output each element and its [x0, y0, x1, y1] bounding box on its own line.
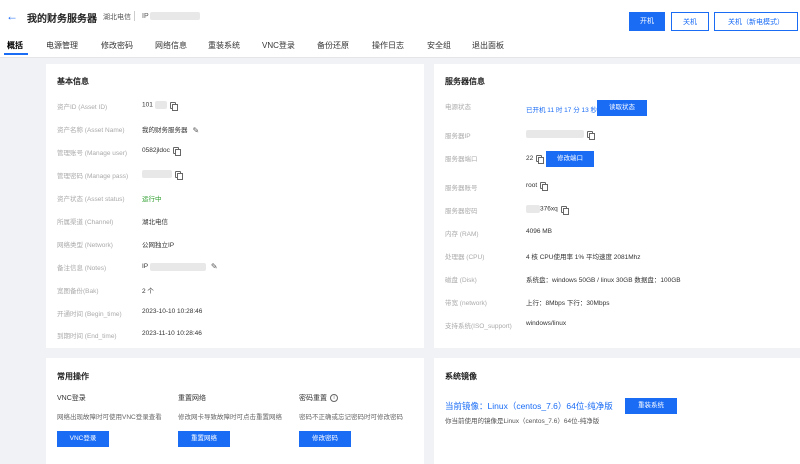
- channel-label: 所属渠道 (Channel): [57, 219, 114, 226]
- password-reset-desc: 密码不正确或忘记密码时可修改密码: [299, 414, 403, 421]
- bak-label: 宽图备份(Bak): [57, 288, 99, 295]
- iso-support-label: 支持系统(ISO_support): [445, 323, 512, 330]
- asset-status-value: 运行中: [142, 196, 162, 203]
- tab-backup[interactable]: 备份还原: [317, 40, 349, 51]
- copy-icon[interactable]: [540, 182, 549, 191]
- manage-pass-value: [142, 170, 183, 180]
- vnc-desc: 网络出现故障时可使用VNC登录查看: [57, 414, 162, 421]
- server-ip-label: 服务器IP: [445, 133, 471, 140]
- tab-reinstall[interactable]: 重装系统: [208, 40, 240, 51]
- asset-name-label: 资产名称 (Asset Name): [57, 127, 125, 134]
- basic-info-title: 基本信息: [57, 77, 89, 86]
- copy-icon[interactable]: [587, 130, 595, 140]
- server-ip-value: [526, 130, 595, 140]
- server-password-label: 服务器密码: [445, 208, 478, 215]
- manage-user-label: 管理账号 (Manage user): [57, 150, 128, 157]
- tab-network[interactable]: 网络信息: [155, 40, 187, 51]
- copy-icon[interactable]: [560, 205, 569, 215]
- redacted-ip: [150, 12, 201, 20]
- vnc-title: VNC登录: [57, 395, 86, 402]
- page-title: 我的财务服务器: [27, 14, 97, 25]
- power-status-value: 已开机 11 时 17 分 13 秒: [526, 107, 598, 114]
- tab-security-group[interactable]: 安全组: [427, 40, 451, 51]
- tab-exit[interactable]: 退出面板: [472, 40, 504, 51]
- begin-time-value: 2023-10-10 10:28:46: [142, 308, 203, 315]
- asset-id-value: 101: [142, 101, 178, 111]
- edit-pencil-icon[interactable]: ✎: [193, 126, 200, 135]
- cpu-value: 4 核 CPU使用率 1% 平均速度 2081Mhz: [526, 254, 641, 261]
- reset-network-desc: 修改网卡导致故障时可点击重置网络: [178, 414, 282, 421]
- common-ops-title: 常用操作: [57, 372, 89, 381]
- manage-pass-label: 管理密码 (Manage pass): [57, 173, 129, 180]
- carrier-label: 湖北电信: [103, 14, 131, 21]
- edit-pencil-icon[interactable]: ✎: [211, 262, 218, 271]
- server-info-title: 服务器信息: [445, 77, 485, 86]
- change-password-button[interactable]: 修改密码: [299, 431, 351, 447]
- active-tab-indicator: [4, 53, 28, 55]
- shutdown-new-mode-button[interactable]: 关机（新电模式）: [714, 12, 798, 31]
- asset-name-value: 我的财务服务器 ✎: [142, 125, 200, 135]
- copy-icon[interactable]: [175, 170, 183, 180]
- tab-logs[interactable]: 操作日志: [372, 40, 404, 51]
- top-bar: ← 我的财务服务器 湖北电信 IP 开机 关机 关机（新电模式）: [0, 0, 800, 34]
- system-image-card: 系统镜像 当前镜像：Linux（centos_7.6）64位-纯净版 你当前使用…: [434, 358, 800, 464]
- change-port-button[interactable]: 修改端口: [546, 151, 594, 167]
- tab-overview[interactable]: 概括: [7, 40, 23, 51]
- network-value: 公网独立IP: [142, 242, 175, 249]
- ram-label: 内存 (RAM): [445, 231, 479, 238]
- system-image-title: 系统镜像: [445, 372, 477, 381]
- asset-id-label: 资产ID (Asset ID): [57, 104, 108, 111]
- network-label: 网络类型 (Network): [57, 242, 113, 249]
- shutdown-button[interactable]: 关机: [671, 12, 709, 31]
- info-icon[interactable]: i: [330, 394, 338, 403]
- asset-status-label: 资产状态 (Asset status): [57, 196, 125, 203]
- server-password-value: 376xq: [526, 205, 569, 215]
- server-port-value: 22: [526, 155, 545, 164]
- common-ops-card: 常用操作 VNC登录 网络出现故障时可使用VNC登录查看 VNC登录 重置网络 …: [46, 358, 424, 464]
- vnc-login-button[interactable]: VNC登录: [57, 431, 109, 447]
- copy-icon[interactable]: [536, 155, 545, 164]
- tab-vnc[interactable]: VNC登录: [262, 40, 295, 51]
- bandwidth-value: 上行：8Mbps 下行：30Mbps: [526, 300, 610, 307]
- disk-value: 系统盘：windows 50GB / linux 30GB 数据盘：100GB: [526, 277, 681, 284]
- channel-value: 湖北电信: [142, 219, 168, 226]
- read-status-button[interactable]: 读取状态: [597, 100, 647, 116]
- notes-label: 备注信息 (Notes): [57, 265, 107, 272]
- disk-label: 磁盘 (Disk): [445, 277, 477, 284]
- divider: [134, 11, 135, 21]
- power-on-button[interactable]: 开机: [629, 12, 665, 31]
- basic-info-card: 基本信息 资产ID (Asset ID) 101 资产名称 (Asset Nam…: [46, 64, 424, 348]
- server-port-label: 服务器端口: [445, 156, 478, 163]
- copy-icon[interactable]: [172, 147, 181, 156]
- cpu-label: 处理器 (CPU): [445, 254, 485, 261]
- reinstall-system-button[interactable]: 重装系统: [625, 398, 677, 414]
- power-status-label: 电源状态: [445, 104, 471, 111]
- tab-bar: 概括 电源管理 修改密码 网络信息 重装系统 VNC登录 备份还原 操作日志 安…: [0, 34, 800, 58]
- server-account-value: root: [526, 182, 549, 191]
- tab-power[interactable]: 电源管理: [46, 40, 78, 51]
- ip-label: IP: [142, 12, 201, 20]
- back-arrow-icon[interactable]: ←: [6, 9, 18, 23]
- notes-value: IP ✎: [142, 262, 218, 271]
- manage-user-value: 0582jldoc: [142, 147, 181, 156]
- tab-change-password[interactable]: 修改密码: [101, 40, 133, 51]
- reset-network-button[interactable]: 重置网络: [178, 431, 230, 447]
- server-account-label: 服务器账号: [445, 185, 478, 192]
- current-image-text: 当前镜像：Linux（centos_7.6）64位-纯净版: [445, 401, 613, 411]
- end-time-value: 2023-11-10 10:28:46: [142, 330, 202, 337]
- bandwidth-label: 带宽 (network): [445, 300, 487, 307]
- end-time-label: 到期时间 (End_time): [57, 333, 117, 340]
- server-info-card: 服务器信息 电源状态 已开机 11 时 17 分 13 秒 读取状态 服务器IP…: [434, 64, 800, 348]
- bak-value: 2 个: [142, 288, 154, 295]
- copy-icon[interactable]: [169, 101, 178, 111]
- iso-support-value: windows/linux: [526, 320, 567, 327]
- ram-value: 4096 MB: [526, 228, 553, 235]
- current-image-desc: 你当前使用的镜像是Linux（centos_7.6）64位-纯净版: [445, 418, 600, 425]
- begin-time-label: 开通时间 (Begin_time): [57, 311, 122, 318]
- reset-network-title: 重置网络: [178, 395, 206, 402]
- password-reset-title: 密码重置 i: [299, 393, 338, 403]
